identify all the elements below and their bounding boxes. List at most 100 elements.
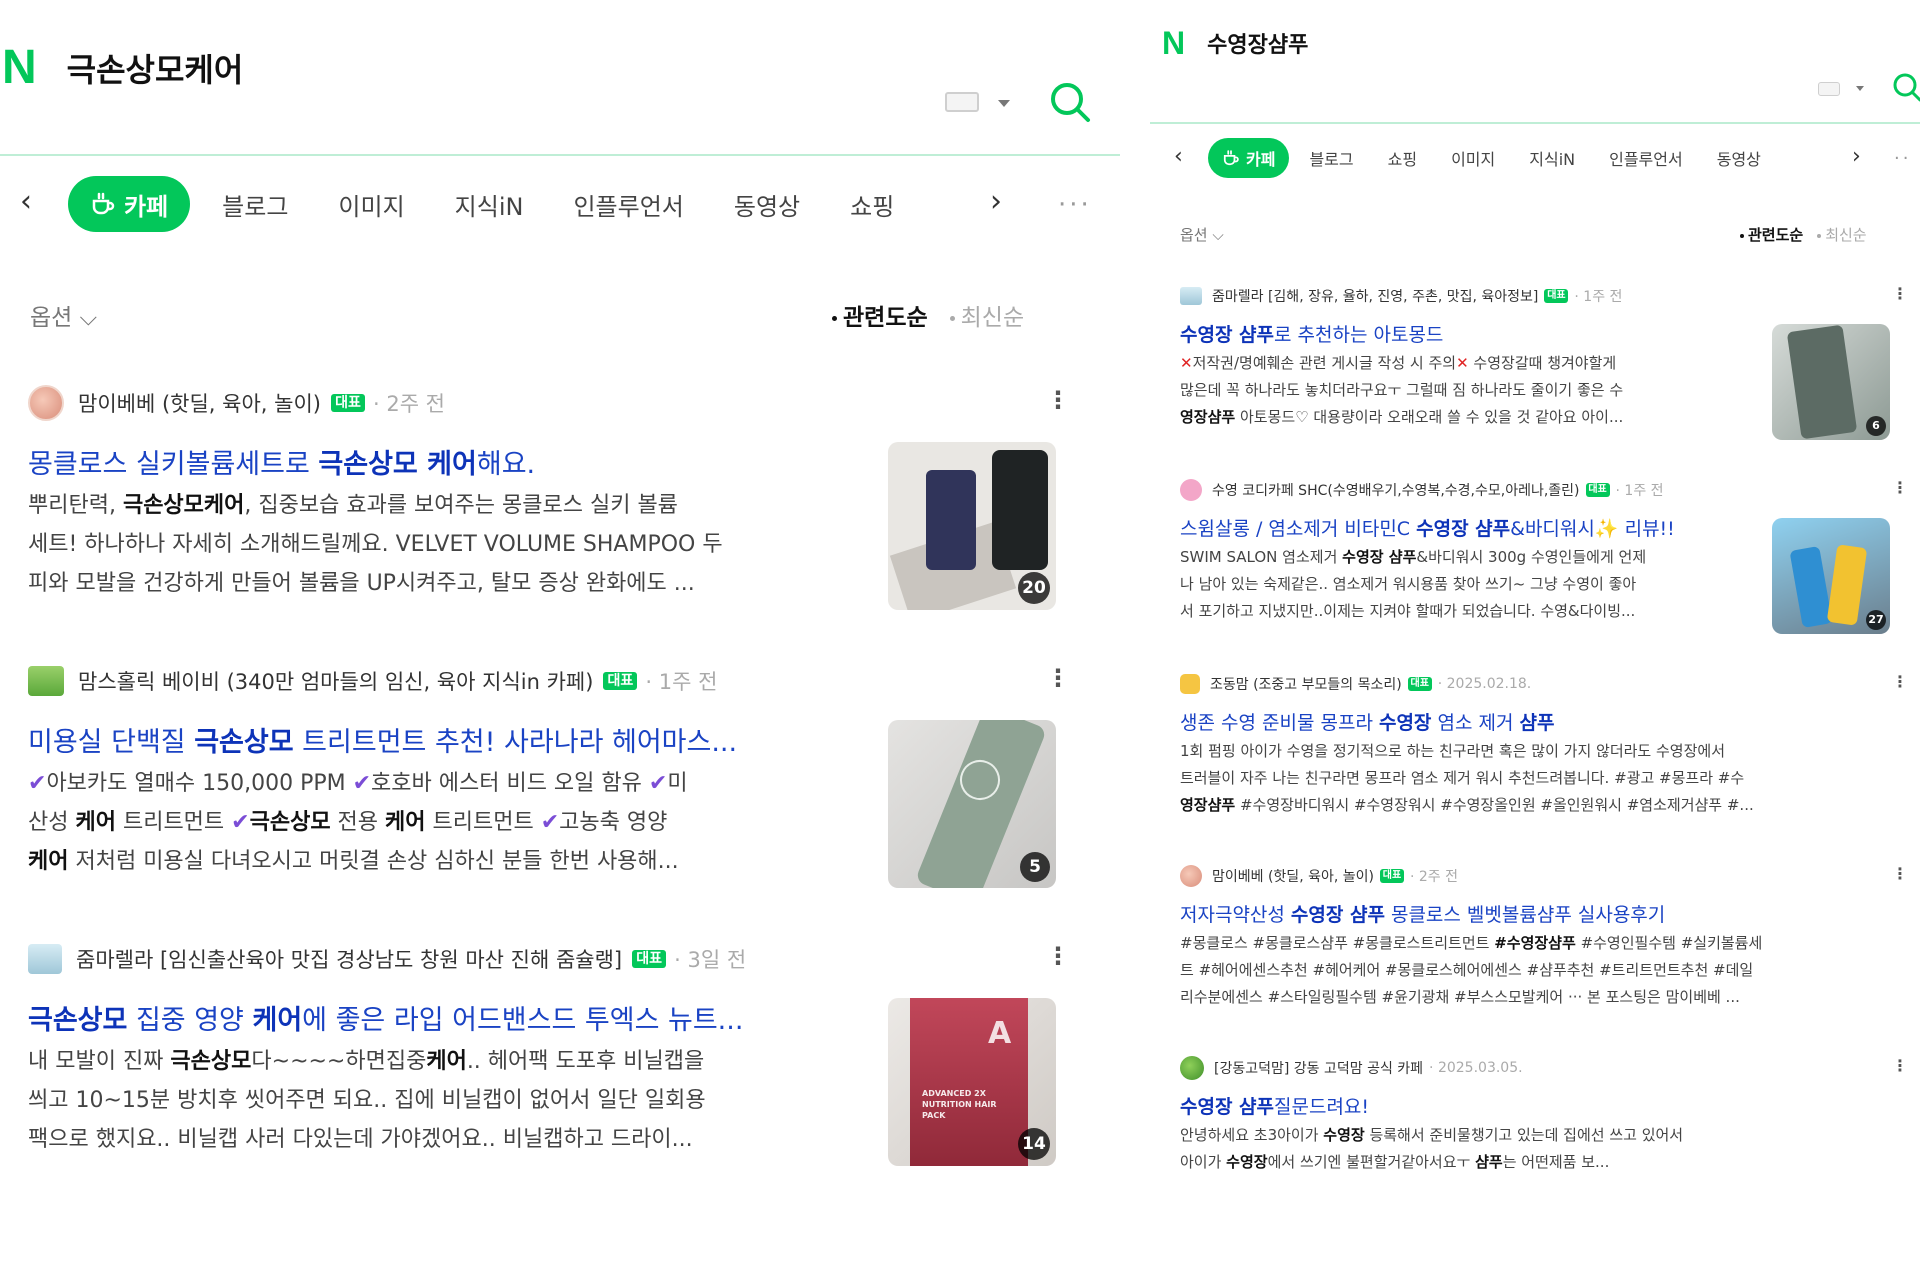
sort-latest[interactable]: 최신순: [949, 298, 1024, 332]
x-mark-icon: ✕: [1456, 354, 1469, 372]
title-part: 집중 영양: [127, 1005, 253, 1036]
title-part: 미용실 단백질: [28, 727, 195, 758]
result-source[interactable]: 맘이베베 (핫딜, 육아, 놀이) 대표 · 2주 전: [28, 382, 1088, 424]
snippet-line: 세트! 하나하나 자세히 소개해드릴께요. VELVET VOLUME SHAM…: [28, 532, 723, 557]
result-source[interactable]: 줌마렐라 [김해, 장유, 율하, 진영, 주촌, 맛집, 육아정보] 대표 ·…: [1180, 282, 1910, 310]
result-source[interactable]: 수영 코디카페 SHC(수영배우기,수영복,수경,수모,아레나,졸린) 대표 ·…: [1180, 476, 1910, 504]
result-title[interactable]: 극손상모 집중 영양 케어에 좋은 라입 어드밴스드 투엑스 뉴트...: [28, 998, 868, 1036]
snippet-text: 다~~~~하면집중: [251, 1049, 427, 1074]
naver-logo[interactable]: N: [1162, 27, 1185, 59]
cafe-name: 조동맘 (조중고 부모들의 목소리): [1210, 677, 1402, 693]
result-title[interactable]: 수영장 샴푸로 추천하는 아토몽드: [1180, 320, 1740, 346]
snippet-highlight: 수영장: [1323, 1126, 1365, 1144]
tab-kin[interactable]: 지식iN: [1529, 146, 1575, 170]
post-time: · 3일 전: [674, 948, 747, 972]
sort-relevance-label: 관련도순: [843, 305, 928, 331]
sparkle-icon: ✨: [1594, 518, 1619, 540]
caret-down-icon[interactable]: [1856, 86, 1864, 91]
post-time-text: 2025.03.05.: [1437, 1060, 1523, 1076]
chevron-left-icon[interactable]: ‹: [1174, 144, 1183, 169]
kebab-menu-icon[interactable]: ⋮: [1046, 942, 1070, 970]
search-query[interactable]: 극손상모케어: [67, 45, 244, 91]
result-snippet: 뿌리탄력, 극손상모케어, 집중보습 효과를 보여주는 몽클로스 실키 볼륨 세…: [28, 486, 878, 603]
check-icon: ✔: [352, 771, 372, 796]
result-source[interactable]: 맘이베베 (핫딜, 육아, 놀이) 대표 · 2주 전: [1180, 862, 1910, 890]
kebab-menu-icon[interactable]: ⋮: [1046, 664, 1070, 692]
result-source[interactable]: 맘스홀릭 베이비 (340만 엄마들의 임신, 육아 지식in 카페) 대표 ·…: [28, 660, 1088, 702]
thumb-bottle: [1789, 545, 1833, 629]
search-panel-right: N 수영장샴푸 ‹ 카페 블로그 쇼핑 이미지 지식iN 인플루언서 동영상 ›…: [1150, 0, 1920, 1280]
check-icon: ✔: [540, 810, 560, 835]
snippet-text: 산성: [28, 810, 76, 835]
title-part: 스윔살롱 / 염소제거 비타민C: [1180, 518, 1417, 540]
post-time-text: 3일 전: [687, 948, 747, 972]
sort-relevance[interactable]: 관련도순: [832, 298, 928, 332]
snippet-text: 에서 쓰기엔 불편할거같아서요ㅜ: [1267, 1153, 1476, 1171]
result-source[interactable]: [강동고덕맘] 강동 고덕맘 공식 카페 · 2025.03.05.: [1180, 1054, 1910, 1082]
kebab-menu-icon[interactable]: ⋮: [1892, 672, 1908, 691]
search-query[interactable]: 수영장샴푸: [1207, 27, 1308, 59]
title-highlight: 수영장 샴푸: [1180, 324, 1275, 346]
caret-down-icon[interactable]: [998, 100, 1010, 107]
chevron-right-icon[interactable]: ›: [990, 184, 1002, 219]
post-time: · 2주 전: [372, 392, 446, 416]
more-icon[interactable]: ··: [1894, 148, 1911, 169]
options-button[interactable]: 옵션 ⌵: [30, 298, 97, 332]
tab-influencer[interactable]: 인플루언서: [573, 187, 683, 222]
title-highlight: 수영장 샴푸: [1416, 518, 1511, 540]
snippet-line: 팩으로 했지요.. 비닐캡 사러 다있는데 가야겠어요.. 비닐캡하고 드라이.…: [28, 1127, 693, 1152]
more-icon[interactable]: ···: [1058, 190, 1092, 220]
result-thumbnail[interactable]: 27: [1772, 518, 1890, 634]
result-thumbnail[interactable]: 5: [888, 720, 1056, 888]
kebab-menu-icon[interactable]: ⋮: [1046, 386, 1070, 414]
snippet-highlight: 영장샴푸: [1180, 408, 1236, 426]
kebab-menu-icon[interactable]: ⋮: [1892, 864, 1908, 883]
chevron-left-icon[interactable]: ‹: [20, 184, 32, 219]
tab-shopping[interactable]: 쇼핑: [850, 187, 894, 222]
chevron-right-icon[interactable]: ›: [1852, 144, 1861, 169]
post-time-text: 2주 전: [1418, 869, 1459, 885]
result-title[interactable]: 수영장 샴푸질문드려요!: [1180, 1092, 1880, 1118]
result-title[interactable]: 생존 수영 준비물 몽프라 수영장 염소 제거 샴푸: [1180, 708, 1880, 734]
tab-influencer[interactable]: 인플루언서: [1609, 146, 1683, 170]
kebab-menu-icon[interactable]: ⋮: [1892, 1056, 1908, 1075]
tab-video[interactable]: 동영상: [734, 187, 800, 222]
keyboard-icon[interactable]: [1818, 82, 1840, 96]
representative-badge: 대표: [1379, 869, 1404, 883]
options-button[interactable]: 옵션 ⌵: [1180, 224, 1224, 245]
tab-cafe[interactable]: 카페: [68, 176, 191, 232]
naver-logo[interactable]: N: [2, 44, 37, 92]
post-time: · 1주 전: [1615, 483, 1664, 499]
tab-images[interactable]: 이미지: [1451, 146, 1495, 170]
result-source[interactable]: 조동맘 (조중고 부모들의 목소리) 대표 · 2025.02.18.: [1180, 670, 1910, 698]
search-icon[interactable]: [1048, 80, 1092, 124]
tab-cafe[interactable]: 카페: [1208, 138, 1290, 178]
result-title[interactable]: 스윔살롱 / 염소제거 비타민C 수영장 샴푸&바디워시✨ 리뷰!!: [1180, 514, 1750, 540]
tab-blog[interactable]: 블로그: [222, 187, 288, 222]
tab-kin[interactable]: 지식iN: [455, 187, 524, 222]
tab-blog[interactable]: 블로그: [1309, 146, 1353, 170]
kebab-menu-icon[interactable]: ⋮: [1892, 478, 1908, 497]
result-thumbnail[interactable]: 20: [888, 442, 1056, 610]
tab-video[interactable]: 동영상: [1717, 146, 1761, 170]
tab-shopping[interactable]: 쇼핑: [1388, 146, 1417, 170]
check-icon: ✔: [231, 810, 250, 835]
result-thumbnail[interactable]: 6: [1772, 324, 1890, 440]
result-title[interactable]: 몽클로스 실키볼륨세트로 극손상모 케어해요.: [28, 442, 868, 480]
result-title[interactable]: 미용실 단백질 극손상모 트리트먼트 추천! 사라나라 헤어마스...: [28, 720, 868, 758]
sort-latest[interactable]: 최신순: [1817, 224, 1867, 245]
representative-badge: 대표: [330, 393, 365, 413]
snippet-text: 트리트먼트: [115, 810, 232, 835]
result-thumbnail[interactable]: A ADVANCED 2X NUTRITION HAIR PACK 14: [888, 998, 1056, 1166]
sort-relevance[interactable]: 관련도순: [1740, 224, 1803, 245]
result-title[interactable]: 저자극약산성 수영장 샴푸 몽클로스 벨벳볼륨샴푸 실사용후기: [1180, 900, 1880, 926]
kebab-menu-icon[interactable]: ⋮: [1892, 284, 1908, 303]
image-count: 14: [1018, 1128, 1050, 1160]
tab-bar: 카페 블로그 이미지 지식iN 인플루언서 동영상 쇼핑: [68, 176, 894, 232]
tab-images[interactable]: 이미지: [338, 187, 404, 222]
snippet-text: &바디워시 300g 수영인들에게 언제: [1416, 548, 1647, 566]
title-highlight: 수영장: [1378, 712, 1432, 734]
search-icon[interactable]: [1892, 72, 1920, 102]
result-source[interactable]: 줌마렐라 [임신출산육아 맛집 경상남도 창원 마산 진해 줌슐랭] 대표 · …: [28, 938, 1088, 980]
keyboard-icon[interactable]: [945, 92, 979, 112]
